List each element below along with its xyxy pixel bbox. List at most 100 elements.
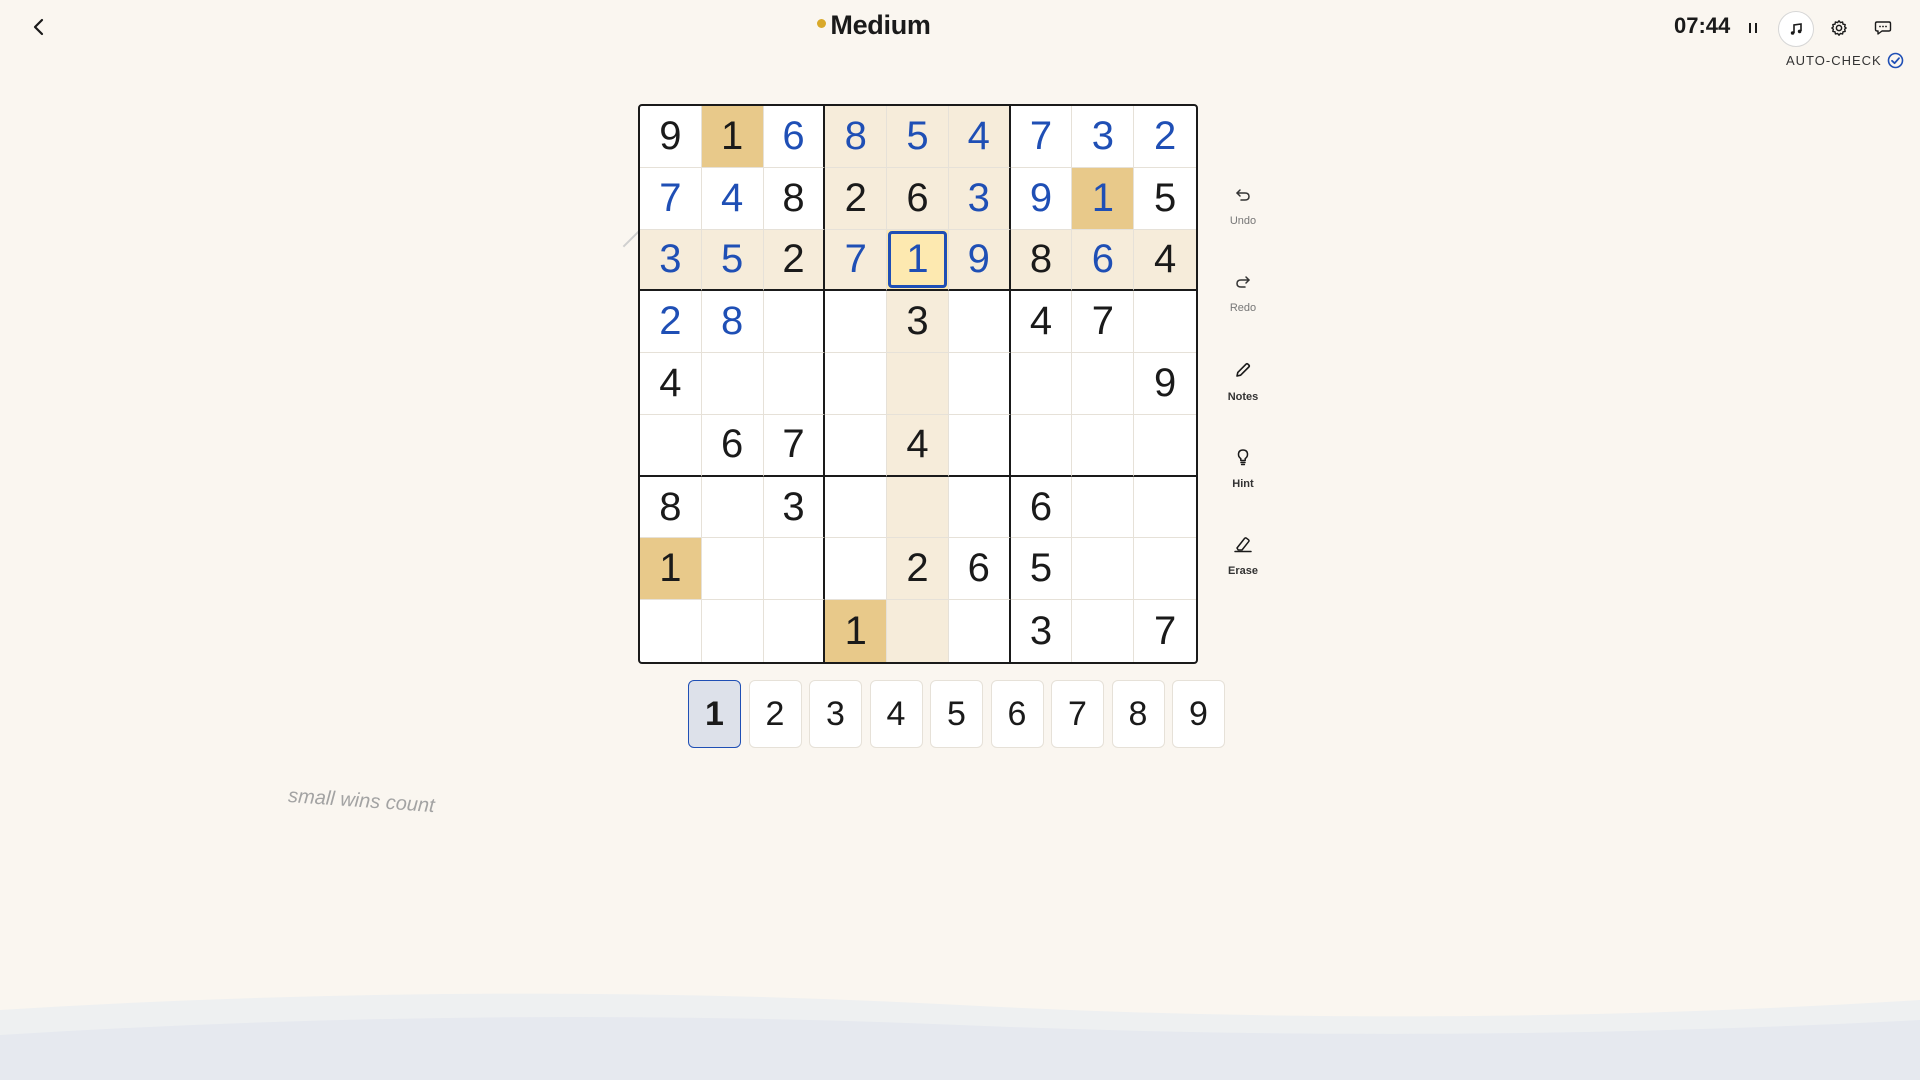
board-cell-r4-c5[interactable]: 3 [887, 291, 949, 354]
board-cell-r5-c2[interactable] [701, 353, 764, 415]
board-cell-r8-c3[interactable] [763, 538, 826, 601]
number-key-7[interactable]: 7 [1051, 680, 1104, 748]
board-cell-r1-c8[interactable]: 3 [1072, 106, 1135, 168]
chat-button[interactable] [1866, 11, 1900, 45]
board-cell-r7-c4[interactable] [825, 476, 888, 539]
board-cell-r5-c6[interactable] [948, 353, 1011, 415]
board-cell-r3-c9[interactable]: 4 [1134, 229, 1196, 292]
board-cell-r8-c1[interactable]: 1 [640, 538, 702, 601]
board-cell-r1-c5[interactable]: 5 [887, 106, 949, 168]
board-cell-r7-c3[interactable]: 3 [763, 476, 826, 539]
board-cell-r5-c7[interactable] [1010, 353, 1073, 415]
board-cell-r6-c2[interactable]: 6 [701, 414, 764, 477]
board-cell-r9-c8[interactable] [1072, 600, 1135, 662]
board-cell-r8-c9[interactable] [1134, 538, 1196, 601]
board-cell-r1-c4[interactable]: 8 [825, 106, 888, 168]
board-cell-r4-c2[interactable]: 8 [701, 291, 764, 354]
undo-button[interactable]: Undo [1218, 186, 1268, 227]
board-cell-r2-c2[interactable]: 4 [701, 167, 764, 230]
board-cell-r2-c8[interactable]: 1 [1072, 167, 1135, 230]
board-cell-r9-c6[interactable] [949, 600, 1011, 662]
number-key-5[interactable]: 5 [930, 680, 983, 748]
board-cell-r9-c4[interactable]: 1 [825, 600, 888, 662]
board-cell-r4-c7[interactable]: 4 [1010, 291, 1073, 354]
board-cell-r2-c5[interactable]: 6 [887, 167, 949, 230]
board-cell-r9-c2[interactable] [702, 600, 764, 662]
board-cell-r2-c4[interactable]: 2 [825, 167, 888, 230]
board-cell-r5-c9[interactable]: 9 [1134, 353, 1196, 415]
board-cell-r8-c8[interactable] [1072, 538, 1135, 601]
board-cell-r1-c7[interactable]: 7 [1010, 106, 1073, 168]
board-cell-r2-c3[interactable]: 8 [763, 167, 826, 230]
board-cell-r9-c7[interactable]: 3 [1011, 600, 1073, 662]
erase-button[interactable]: Erase [1218, 534, 1268, 577]
board-cell-r8-c2[interactable] [701, 538, 764, 601]
board-cell-r5-c3[interactable] [763, 353, 826, 415]
board-cell-r3-c5[interactable]: 1 [887, 229, 949, 292]
board-cell-r7-c1[interactable]: 8 [640, 476, 702, 539]
board-cell-r2-c7[interactable]: 9 [1010, 167, 1073, 230]
board-cell-r6-c3[interactable]: 7 [763, 414, 826, 477]
board-cell-r7-c6[interactable] [948, 476, 1011, 539]
board-cell-r5-c4[interactable] [825, 353, 888, 415]
board-cell-r3-c8[interactable]: 6 [1072, 229, 1135, 292]
number-key-6[interactable]: 6 [990, 680, 1044, 748]
board-cell-r6-c9[interactable] [1134, 415, 1196, 477]
board-cell-r5-c5[interactable] [887, 353, 949, 415]
board-cell-r8-c5[interactable]: 2 [887, 538, 949, 601]
board-cell-r6-c6[interactable] [948, 414, 1011, 477]
board-cell-r1-c6[interactable]: 4 [948, 106, 1011, 168]
number-key-3[interactable]: 3 [809, 680, 862, 748]
number-key-4[interactable]: 4 [869, 680, 923, 748]
board-cell-r6-c8[interactable] [1072, 414, 1135, 477]
notes-button[interactable]: Notes [1218, 360, 1268, 403]
board-cell-r8-c6[interactable]: 6 [948, 538, 1011, 601]
board-cell-r9-c9[interactable]: 7 [1134, 600, 1196, 662]
board-cell-r2-c9[interactable]: 5 [1134, 168, 1196, 230]
board-cell-r6-c1[interactable] [640, 414, 702, 477]
auto-check-toggle[interactable]: AUTO-CHECK [1786, 52, 1904, 69]
board-cell-r3-c3[interactable]: 2 [763, 229, 826, 292]
board-cell-r5-c1[interactable]: 4 [640, 353, 702, 415]
number-key-9[interactable]: 9 [1172, 680, 1225, 748]
board-cell-r4-c9[interactable] [1134, 291, 1196, 354]
board-cell-r3-c1[interactable]: 3 [640, 229, 702, 292]
board-cell-r4-c8[interactable]: 7 [1072, 291, 1135, 354]
board-cell-r1-c3[interactable]: 6 [763, 106, 826, 168]
board-cell-r1-c1[interactable]: 9 [640, 106, 702, 168]
board-cell-r4-c3[interactable] [763, 291, 826, 354]
board-cell-r3-c6[interactable]: 9 [948, 229, 1011, 292]
number-key-8[interactable]: 8 [1111, 680, 1165, 748]
board-cell-r4-c1[interactable]: 2 [640, 291, 702, 354]
pause-button[interactable] [1736, 11, 1770, 45]
board-cell-r1-c2[interactable]: 1 [701, 106, 764, 168]
board-cell-r9-c3[interactable] [764, 600, 826, 662]
redo-button[interactable]: Redo [1218, 273, 1268, 314]
board-cell-r7-c9[interactable] [1134, 477, 1196, 539]
music-button[interactable] [1778, 11, 1814, 47]
board-cell-r1-c9[interactable]: 2 [1134, 106, 1196, 168]
board-cell-r7-c8[interactable] [1072, 476, 1135, 539]
board-cell-r3-c7[interactable]: 8 [1010, 229, 1073, 292]
board-cell-r3-c4[interactable]: 7 [825, 229, 888, 292]
board-cell-r4-c6[interactable] [948, 291, 1011, 354]
board-cell-r6-c4[interactable] [825, 414, 888, 477]
number-key-2[interactable]: 2 [748, 680, 802, 748]
board-cell-r3-c2[interactable]: 5 [701, 229, 764, 292]
board-cell-r4-c4[interactable] [825, 291, 888, 354]
board-cell-r9-c1[interactable] [640, 600, 702, 662]
board-cell-r6-c5[interactable]: 4 [887, 414, 949, 477]
board-cell-r9-c5[interactable] [887, 600, 949, 662]
board-cell-r2-c6[interactable]: 3 [948, 167, 1011, 230]
board-cell-r7-c2[interactable] [701, 476, 764, 539]
board-cell-r7-c7[interactable]: 6 [1010, 476, 1073, 539]
board-cell-r5-c8[interactable] [1072, 353, 1135, 415]
hint-button[interactable]: Hint [1218, 447, 1268, 490]
settings-button[interactable] [1822, 11, 1856, 45]
board-cell-r8-c7[interactable]: 5 [1010, 538, 1073, 601]
board-cell-r7-c5[interactable] [887, 476, 949, 539]
number-key-1[interactable]: 1 [688, 680, 741, 748]
board-cell-r6-c7[interactable] [1010, 414, 1073, 477]
board-cell-r8-c4[interactable] [825, 538, 888, 601]
board-cell-r2-c1[interactable]: 7 [640, 167, 702, 230]
